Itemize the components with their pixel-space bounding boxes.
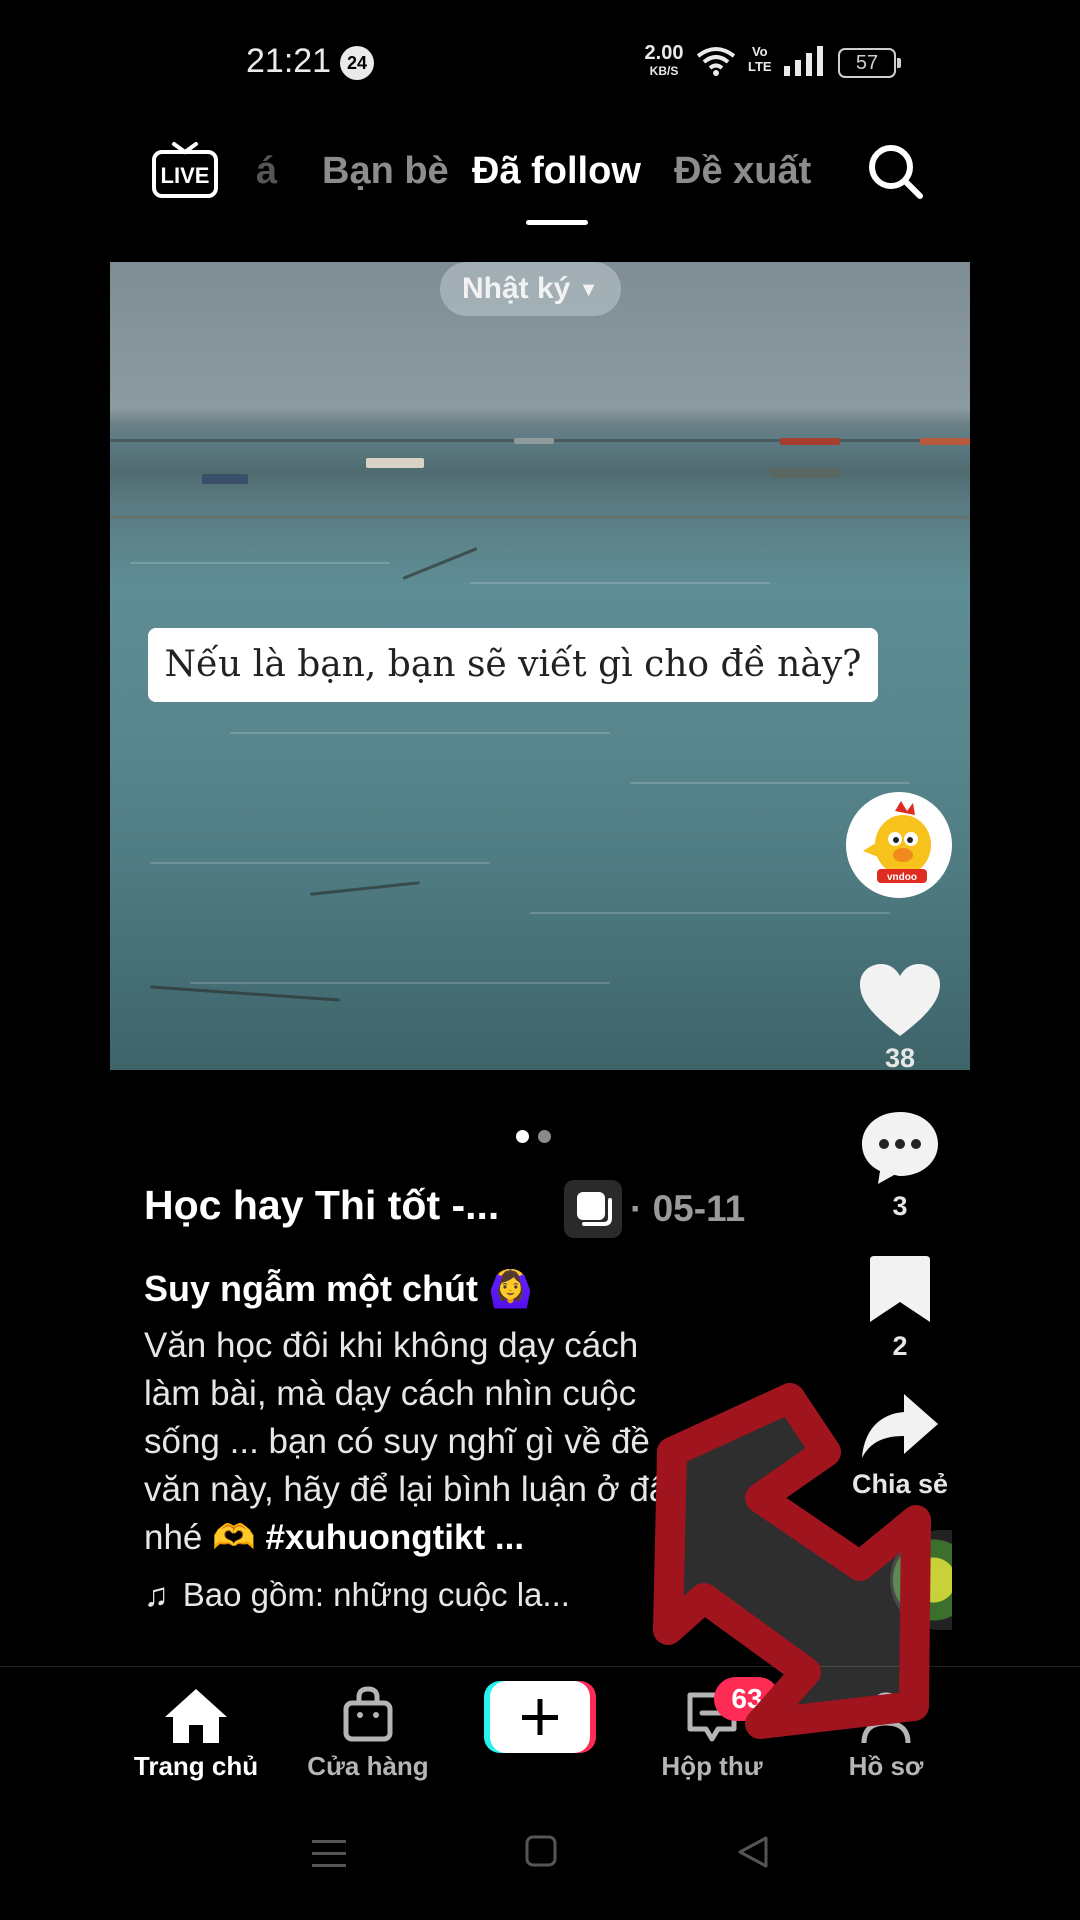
- avatar-logo-text: vndoo: [887, 872, 917, 883]
- network-speed-unit: KB/S: [649, 64, 679, 78]
- shopping-bag-icon: [343, 1686, 393, 1742]
- boat: [780, 438, 840, 445]
- photo-stack-icon: [577, 1192, 612, 1226]
- wave: [230, 732, 610, 734]
- volte-bottom-label: LTE: [748, 59, 772, 74]
- signal-icon: [784, 46, 823, 76]
- overlay-caption: Nếu là bạn, bạn sẽ viết gì cho đề này?: [148, 628, 878, 702]
- home-square-icon[interactable]: [524, 1834, 558, 1868]
- album-dropdown[interactable]: Nhật ký ▼: [440, 262, 621, 316]
- post-title: Suy ngẫm một chút 🙆‍♀️: [144, 1268, 533, 1309]
- album-label: Nhật ký: [462, 272, 571, 305]
- sandbar: [150, 985, 340, 1002]
- nav-shop-label: Cửa hàng: [307, 1751, 429, 1781]
- bottom-nav: Trang chủ Cửa hàng Hộp thư 63 Hồ sơ: [0, 1666, 1080, 1786]
- boat: [366, 458, 424, 468]
- music-note-icon: ♫: [144, 1576, 169, 1613]
- home-icon: [165, 1689, 227, 1743]
- network-speed-value: 2.00: [644, 42, 684, 64]
- photo-mode-badge: [564, 1180, 622, 1238]
- comment-count: 3: [892, 1191, 908, 1221]
- share-button[interactable]: Chia sẻ: [840, 1390, 960, 1500]
- comment-button[interactable]: 3: [844, 1108, 956, 1222]
- author-row: Học hay Thi tốt -... · 05-11: [144, 1180, 784, 1238]
- system-navigation-bar: [0, 1790, 1080, 1920]
- boat: [770, 468, 840, 478]
- back-triangle-icon[interactable]: [736, 1834, 770, 1870]
- wave: [190, 982, 610, 984]
- inbox-unread-badge: 63: [714, 1677, 780, 1721]
- chicken-mascot-icon: vndoo: [849, 795, 949, 895]
- notification-count-badge: 24: [340, 46, 374, 80]
- save-count: 2: [892, 1331, 908, 1361]
- chevron-down-icon: ▼: [578, 279, 599, 301]
- tab-partial[interactable]: á: [256, 150, 277, 193]
- live-label: LIVE: [161, 163, 210, 188]
- boat: [202, 474, 248, 484]
- network-speed: 2.00 KB/S: [638, 42, 690, 80]
- nav-home-label: Trang chủ: [133, 1751, 259, 1781]
- post-description[interactable]: Văn học đôi khi không dạy cách làm bài, …: [144, 1322, 704, 1562]
- sandbar: [402, 547, 478, 580]
- video-player[interactable]: Nhật ký ▼ Nếu là bạn, bạn sẽ viết gì cho…: [110, 262, 970, 1070]
- search-icon[interactable]: [864, 140, 928, 204]
- active-tab-indicator: [526, 220, 588, 225]
- top-feed-tabs: LIVE á Bạn bè Đã follow Đề xuất: [0, 120, 1080, 230]
- wifi-icon: [696, 47, 736, 76]
- wave: [150, 862, 490, 864]
- share-arrow-icon: [862, 1394, 938, 1458]
- tab-following[interactable]: Đã follow: [472, 150, 641, 193]
- music-title: Bao gồm: những cuộc la...: [182, 1576, 570, 1613]
- music-disc[interactable]: [890, 1530, 952, 1630]
- battery-indicator: 57: [838, 48, 901, 78]
- save-button[interactable]: 2: [844, 1252, 956, 1362]
- live-button[interactable]: LIVE: [150, 138, 220, 202]
- create-button[interactable]: [484, 1681, 596, 1753]
- sandbar: [310, 881, 420, 896]
- menu-icon[interactable]: [310, 1836, 348, 1872]
- comment-bubble-icon: [862, 1112, 938, 1184]
- post-meta: Học hay Thi tốt -... · 05-11 Suy ngẫm mộ…: [144, 1180, 784, 1614]
- volte-indicator: Vo LTE: [748, 44, 772, 74]
- live-tv-icon: LIVE: [152, 142, 218, 198]
- volte-top-label: Vo: [751, 44, 768, 59]
- bookmark-icon: [870, 1256, 930, 1322]
- wave: [470, 582, 770, 584]
- boat: [514, 438, 554, 444]
- page-dot-active: [516, 1130, 529, 1143]
- hashtag-link[interactable]: #xuhuongtikt ...: [265, 1518, 524, 1557]
- creator-avatar[interactable]: vndoo: [846, 792, 952, 898]
- sandbar: [110, 516, 970, 519]
- carousel-page-dots: [516, 1130, 560, 1148]
- wave: [530, 912, 890, 914]
- like-button[interactable]: 38: [844, 962, 956, 1074]
- boat: [920, 438, 970, 445]
- share-label: Chia sẻ: [851, 1469, 949, 1499]
- tab-for-you[interactable]: Đề xuất: [674, 150, 811, 193]
- nav-inbox-label: Hộp thư: [661, 1751, 763, 1781]
- status-time: 21:21: [246, 42, 332, 80]
- page-dot: [538, 1130, 551, 1143]
- music-row[interactable]: ♫ Bao gồm: những cuộc la...: [144, 1576, 784, 1614]
- wave: [630, 782, 910, 784]
- post-date: · 05-11: [630, 1188, 746, 1229]
- status-bar: 21:21 24 2.00 KB/S Vo LTE 57: [0, 0, 1080, 120]
- wave: [130, 562, 390, 564]
- tab-friends[interactable]: Bạn bè: [322, 150, 449, 193]
- nav-profile-label: Hồ sơ: [848, 1751, 924, 1781]
- like-count: 38: [884, 1043, 916, 1073]
- profile-icon: [861, 1692, 911, 1744]
- plus-icon: [484, 1681, 596, 1753]
- heart-icon: [860, 964, 940, 1036]
